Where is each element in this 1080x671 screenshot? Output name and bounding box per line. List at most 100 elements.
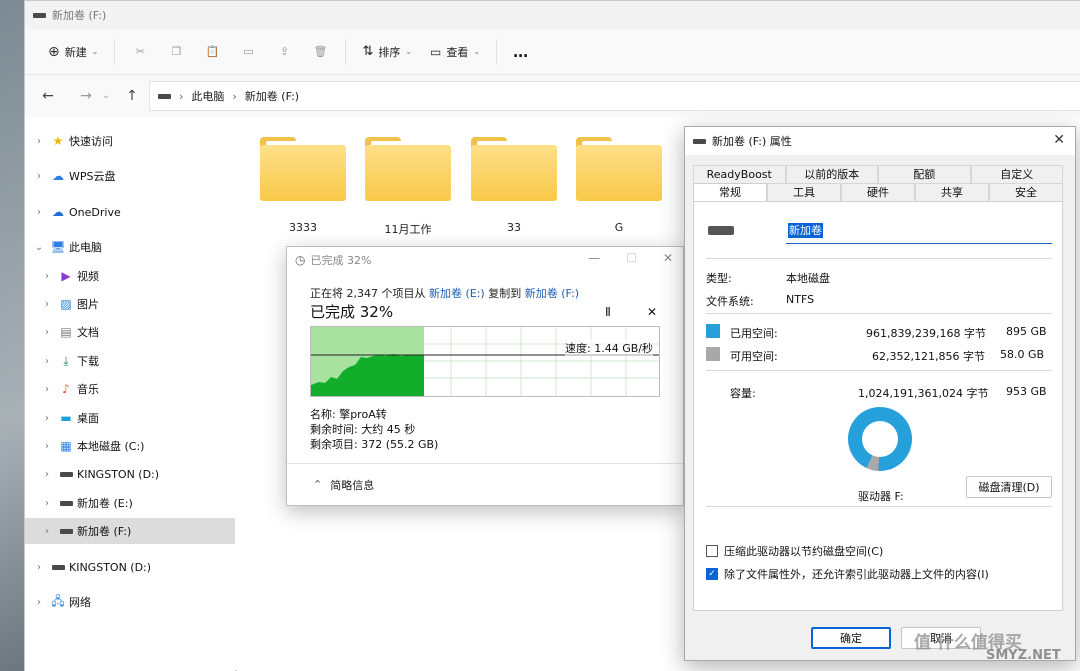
divider [706, 506, 1052, 507]
sidebar-item-kingston-d-removable[interactable]: › KINGSTON (D:) [25, 554, 235, 580]
sidebar-item-quick-access[interactable]: › ★ 快速访问 [25, 128, 235, 154]
breadcrumb-this-pc[interactable]: 此电脑 [191, 88, 224, 104]
cut-icon[interactable]: ✂ [128, 40, 152, 64]
checkbox-unchecked-icon[interactable] [706, 545, 718, 557]
tab-previous-versions[interactable]: 以前的版本 [785, 165, 878, 183]
folder-label[interactable]: 11月工作 [358, 221, 458, 237]
close-icon[interactable]: ✕ [663, 251, 673, 265]
sort-button[interactable]: ⇅ 排序 ⌄ [353, 37, 421, 67]
new-button[interactable]: ⊕ 新建 ⌄ [39, 37, 107, 67]
sidebar-item-label: 新加卷 (E:) [77, 497, 133, 510]
more-button[interactable]: … [504, 37, 537, 67]
delete-icon[interactable]: 🗑 [308, 40, 332, 64]
sidebar-item-network[interactable]: › 🖧 网络 [25, 589, 235, 615]
compress-checkbox[interactable]: 压缩此驱动器以节约磁盘空间(C) [706, 543, 883, 559]
tab-quota[interactable]: 配额 [878, 165, 971, 183]
tab-readyboost[interactable]: ReadyBoost [693, 165, 786, 183]
view-label: 查看 [446, 45, 469, 59]
minimize-icon[interactable]: — [588, 251, 600, 265]
chevron-right-icon[interactable]: › [33, 207, 45, 218]
pause-icon[interactable]: Ⅱ [605, 305, 611, 319]
sidebar-item-this-pc[interactable]: ⌄ 🖥 此电脑 [25, 234, 235, 260]
pictures-icon: ▨ [60, 297, 72, 311]
sidebar-item-local-disk-c[interactable]: › ▦ 本地磁盘 (C:) [25, 433, 235, 459]
view-button[interactable]: ▭ 查看 ⌄ [421, 37, 489, 67]
chevron-right-icon[interactable]: › [33, 171, 45, 182]
chevron-right-icon[interactable]: › [41, 526, 53, 537]
folder-icon[interactable] [260, 137, 346, 201]
checkbox-checked-icon[interactable]: ✓ [706, 568, 718, 580]
breadcrumb-current[interactable]: 新加卷 (F:) [245, 88, 299, 104]
sidebar-item-onedrive[interactable]: › ☁ OneDrive [25, 199, 235, 225]
sidebar-item-pictures[interactable]: › ▨ 图片 [25, 291, 235, 317]
sidebar-item-documents[interactable]: › ▤ 文档 [25, 319, 235, 345]
desktop-icon: ▬ [60, 411, 72, 425]
folder-label[interactable]: 33 [464, 221, 564, 234]
tab-security[interactable]: 安全 [989, 183, 1063, 201]
folder-icon[interactable] [471, 137, 557, 201]
maximize-icon[interactable]: ☐ [626, 251, 637, 265]
up-arrow-icon[interactable]: ↑ [119, 83, 145, 109]
tab-hardware[interactable]: 硬件 [841, 183, 915, 201]
chevron-right-icon[interactable]: › [41, 441, 53, 452]
index-checkbox[interactable]: ✓ 除了文件属性外，还允许索引此驱动器上文件的内容(I) [706, 566, 989, 582]
chevron-right-icon[interactable]: › [41, 498, 53, 509]
drive-icon [59, 524, 73, 538]
cancel-icon[interactable]: ✕ [647, 305, 657, 319]
tab-tools[interactable]: 工具 [767, 183, 841, 201]
sidebar-item-volume-e[interactable]: › 新加卷 (E:) [25, 490, 235, 516]
back-arrow-icon[interactable]: ← [35, 83, 61, 109]
sort-label: 排序 [378, 45, 401, 59]
share-icon[interactable]: ⇪ [272, 40, 296, 64]
close-icon[interactable]: ✕ [1053, 132, 1065, 148]
chevron-right-icon[interactable]: › [41, 299, 53, 310]
chevron-right-icon[interactable]: › [41, 469, 53, 480]
chevron-right-icon[interactable]: › [33, 136, 45, 147]
chevron-right-icon[interactable]: › [33, 597, 45, 608]
window-titlebar: 新加卷 (F:) [25, 1, 1080, 29]
folder-label[interactable]: 3333 [253, 221, 353, 234]
sidebar-item-music[interactable]: › ♪ 音乐 [25, 376, 235, 402]
copy-middle: 复制到 [488, 287, 522, 300]
recent-chevron-icon[interactable]: ⌄ [99, 83, 113, 109]
volume-name-input[interactable]: 新加卷 [786, 222, 1052, 244]
chevron-down-icon: ⌄ [405, 47, 413, 56]
chevron-right-icon[interactable]: › [41, 413, 53, 424]
sidebar-item-label: KINGSTON (D:) [77, 467, 160, 481]
sidebar-item-volume-f[interactable]: › 新加卷 (F:) [25, 518, 235, 544]
divider [706, 370, 1052, 371]
chevron-down-icon[interactable]: ⌄ [33, 242, 45, 253]
sidebar-item-wps-cloud[interactable]: › ☁ WPS云盘 [25, 163, 235, 189]
tab-customize[interactable]: 自定义 [970, 165, 1063, 183]
folder-icon[interactable] [365, 137, 451, 201]
type-value: 本地磁盘 [786, 272, 830, 285]
sidebar-item-label: 视频 [77, 270, 99, 283]
sidebar-item-kingston-d[interactable]: › KINGSTON (D:) [25, 461, 235, 487]
rename-icon[interactable]: ▭ [236, 40, 260, 64]
cloud-icon: ☁ [52, 169, 64, 183]
chevron-right-icon[interactable]: › [41, 356, 53, 367]
drive-icon [59, 496, 73, 510]
sidebar-item-desktop[interactable]: › ▬ 桌面 [25, 405, 235, 431]
chevron-down-icon: ⌄ [91, 47, 99, 56]
forward-arrow-icon[interactable]: → [73, 83, 99, 109]
chevron-right-icon[interactable]: › [33, 562, 45, 573]
sidebar-item-downloads[interactable]: › ⤓ 下载 [25, 348, 235, 374]
sidebar-item-videos[interactable]: › ▶ 视频 [25, 263, 235, 289]
address-bar[interactable]: › 此电脑 › 新加卷 (F:) [149, 81, 1080, 111]
ok-button[interactable]: 确定 [811, 627, 891, 649]
chevron-right-icon[interactable]: › [41, 327, 53, 338]
chevron-right-icon[interactable]: › [41, 271, 53, 282]
folder-label[interactable]: G [569, 221, 669, 234]
source-link[interactable]: 新加卷 (E:) [429, 287, 485, 300]
disk-cleanup-button[interactable]: 磁盘清理(D) [966, 476, 1052, 498]
paste-icon[interactable]: 📋 [200, 40, 224, 64]
tab-sharing[interactable]: 共享 [915, 183, 989, 201]
tab-general[interactable]: 常规 [693, 183, 767, 201]
folder-icon[interactable] [576, 137, 662, 201]
used-space-swatch [706, 324, 720, 338]
chevron-right-icon[interactable]: › [41, 384, 53, 395]
summary-toggle[interactable]: ⌃ 简略信息 [287, 463, 683, 505]
copy-icon[interactable]: ❐ [164, 40, 188, 64]
dest-link[interactable]: 新加卷 (F:) [525, 287, 579, 300]
